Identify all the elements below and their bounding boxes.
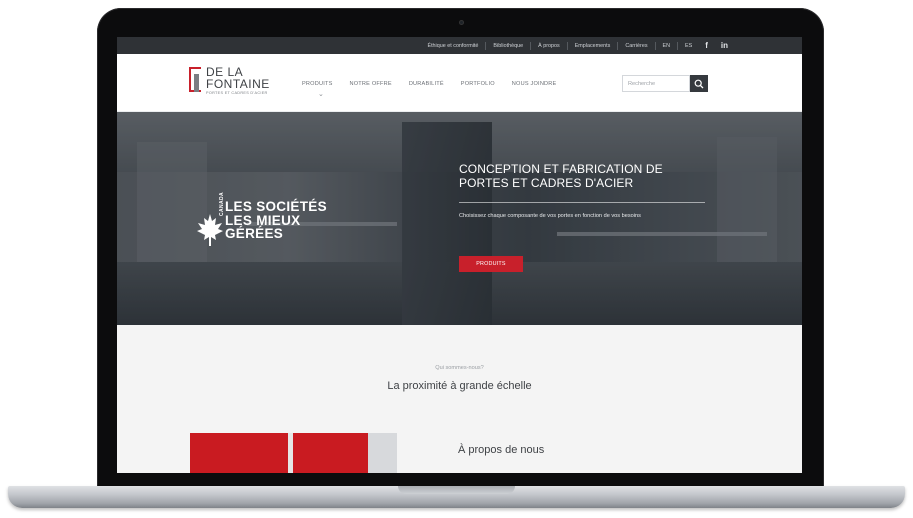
award-line-3: GÉRÉES [225, 226, 284, 241]
logo[interactable]: DE LA FONTAINE PORTES ET CADRES D'ACIER [189, 66, 270, 95]
nav-item-durabilite[interactable]: DURABILITÉ [409, 81, 444, 87]
divider [654, 41, 656, 50]
intro-section: Qui sommes-nous? La proximité à grande é… [117, 325, 802, 473]
nav-item-joindre[interactable]: NOUS JOINDRE [512, 81, 557, 87]
doors-photo [190, 433, 397, 473]
best-managed-award: CANADA LES SOCIÉTÉS LES MIEUX GÉRÉES [219, 192, 327, 241]
maple-leaf-icon [197, 214, 223, 246]
facebook-icon[interactable]: f [705, 41, 708, 50]
divider [566, 41, 568, 50]
nav-item-offre[interactable]: NOTRE OFFRE [350, 81, 392, 87]
divider [617, 41, 619, 50]
topbar-link-locations[interactable]: Emplacements [575, 43, 611, 49]
main-nav: DE LA FONTAINE PORTES ET CADRES D'ACIER … [117, 54, 802, 112]
topbar-link-library[interactable]: Bibliothèque [493, 43, 523, 49]
linkedin-icon[interactable]: in [721, 41, 728, 50]
logo-mark-icon [189, 67, 201, 92]
utility-bar: Éthique et conformité Bibliothèque À pro… [117, 37, 802, 54]
hero-title: CONCEPTION ET FABRICATION DE PORTES ET C… [459, 162, 663, 190]
divider [485, 41, 487, 50]
red-door-panel [293, 433, 368, 473]
logo-tagline: PORTES ET CADRES D'ACIER [206, 91, 268, 95]
about-heading: À propos de nous [458, 444, 545, 456]
logo-line-2: FONTAINE [206, 77, 270, 91]
section-tagline: La proximité à grande échelle [387, 380, 532, 392]
nav-menu: PRODUITS NOTRE OFFRE DURABILITÉ PORTFOLI… [302, 81, 556, 87]
camera [459, 20, 464, 25]
produits-cta-button[interactable]: PRODUITS [459, 256, 523, 272]
hero-divider [459, 202, 705, 203]
divider [530, 41, 532, 50]
laptop-notch [398, 486, 515, 494]
hero-subtitle: Choisissez chaque composante de vos port… [459, 213, 641, 219]
search-button[interactable] [690, 75, 708, 92]
door-frame [368, 433, 397, 473]
red-door-panel [190, 433, 288, 473]
topbar-link-ethics[interactable]: Éthique et conformité [427, 43, 478, 49]
award-country: CANADA [219, 191, 225, 216]
search-icon [694, 79, 704, 88]
topbar-link-about[interactable]: À propos [538, 43, 560, 49]
chevron-down-icon[interactable]: ⌄ [318, 90, 324, 98]
topbar-link-careers[interactable]: Carrières [625, 43, 647, 49]
search-input[interactable]: Recherche [622, 75, 690, 92]
lang-es[interactable]: ES [685, 43, 692, 49]
laptop-screen: Éthique et conformité Bibliothèque À pro… [117, 37, 802, 473]
lang-en[interactable]: EN [663, 43, 671, 49]
award-line-2: LES MIEUX [225, 212, 301, 228]
nav-item-portfolio[interactable]: PORTFOLIO [461, 81, 495, 87]
hero-banner: CANADA LES SOCIÉTÉS LES MIEUX GÉRÉES CON… [117, 112, 802, 325]
award-line-1: LES SOCIÉTÉS [225, 199, 327, 214]
divider [677, 41, 679, 50]
section-eyebrow: Qui sommes-nous? [435, 365, 484, 371]
nav-item-produits[interactable]: PRODUITS [302, 81, 333, 87]
